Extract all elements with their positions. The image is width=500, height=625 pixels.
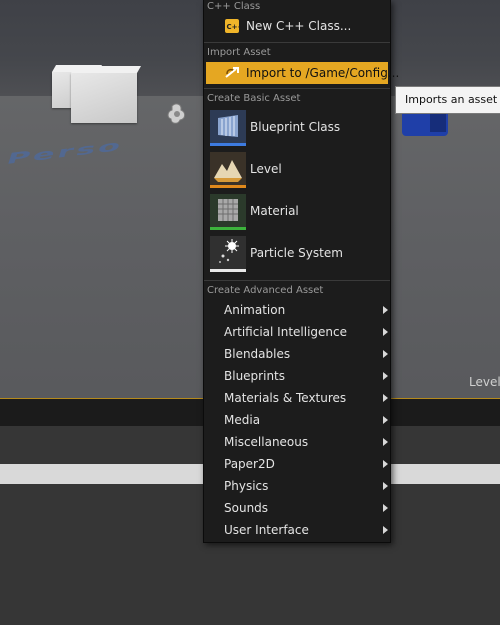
chevron-right-icon [383,394,388,402]
level-icon [210,152,246,188]
menu-item-blueprint-class[interactable]: Blueprint Class [206,108,388,148]
menu-item-label: Level [250,162,282,176]
submenu-materials-textures[interactable]: Materials & Textures [206,387,388,409]
submenu-blendables[interactable]: Blendables [206,343,388,365]
submenu-label: Blueprints [224,369,286,383]
submenu-user-interface[interactable]: User Interface [206,519,388,541]
chevron-right-icon [383,438,388,446]
material-icon [210,194,246,230]
submenu-label: Materials & Textures [224,391,347,405]
section-header-import-asset: Import Asset [207,47,271,58]
submenu-label: Miscellaneous [224,435,309,449]
menu-item-label: Import to /Game/Config... [246,66,400,80]
submenu-miscellaneous[interactable]: Miscellaneous [206,431,388,453]
chevron-right-icon [383,350,388,358]
cpp-class-icon: C++ [225,19,241,33]
blueprint-class-icon [210,110,246,146]
submenu-blueprints[interactable]: Blueprints [206,365,388,387]
submenu-label: Artificial Intelligence [224,325,347,339]
submenu-paper2d[interactable]: Paper2D [206,453,388,475]
submenu-label: Media [224,413,261,427]
menu-separator [204,280,390,281]
section-header-create-basic-asset: Create Basic Asset [207,93,301,104]
submenu-label: Physics [224,479,269,493]
menu-item-label: Blueprint Class [250,120,341,134]
light-actor-icon [167,103,186,124]
viewport-level-label: Level: [469,375,500,389]
particle-system-icon [210,236,246,272]
menu-item-import-to-folder[interactable]: Import to /Game/Config... [206,62,399,84]
submenu-label: Animation [224,303,286,317]
submenu-animation[interactable]: Animation [206,299,388,321]
chevron-right-icon [383,328,388,336]
chevron-right-icon [383,482,388,490]
chevron-right-icon [383,460,388,468]
menu-separator [204,42,390,43]
chevron-right-icon [383,306,388,314]
submenu-media[interactable]: Media [206,409,388,431]
submenu-artificial-intelligence[interactable]: Artificial Intelligence [206,321,388,343]
submenu-physics[interactable]: Physics [206,475,388,497]
menu-separator [204,88,390,89]
submenu-label: Blendables [224,347,291,361]
submenu-sounds[interactable]: Sounds [206,497,388,519]
import-icon [225,67,239,78]
submenu-label: Paper2D [224,457,275,471]
chevron-right-icon [383,416,388,424]
chevron-right-icon [383,504,388,512]
menu-item-new-cpp-class[interactable]: C++ New C++ Class... [206,15,388,37]
submenu-label: Sounds [224,501,269,515]
viewport-cube-front [71,66,142,123]
section-header-cpp-class: C++ Class [207,1,261,12]
menu-item-particle-system[interactable]: Particle System [206,234,388,274]
menu-item-level[interactable]: Level [206,150,388,190]
submenu-label: User Interface [224,523,309,537]
menu-item-label: New C++ Class... [246,19,352,33]
menu-item-material[interactable]: Material [206,192,388,232]
section-header-create-advanced-asset: Create Advanced Asset [207,285,324,296]
chevron-right-icon [383,372,388,380]
import-tooltip: Imports an asset fr [395,86,500,114]
menu-item-label: Material [250,204,299,218]
svg-text:C++: C++ [227,23,241,31]
menu-item-label: Particle System [250,246,343,260]
chevron-right-icon [383,526,388,534]
add-new-context-menu: C++ Class C++ New C++ Class... Import As… [203,0,399,543]
